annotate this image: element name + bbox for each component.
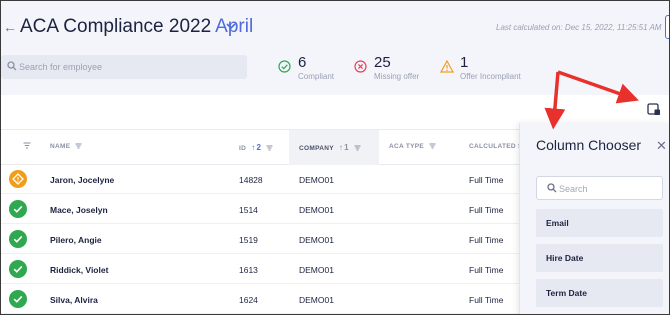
row-calculated: Full Time bbox=[469, 265, 504, 275]
filter-icon[interactable] bbox=[75, 143, 82, 149]
column-option-hire-date[interactable]: Hire Date bbox=[536, 244, 663, 272]
row-calculated: Full Time bbox=[469, 205, 504, 215]
row-id: 1613 bbox=[239, 265, 258, 275]
table-row[interactable]: Jaron, Jocelyne 14828 DEMO01 Full Time bbox=[1, 165, 521, 194]
stat-incompliant-value: 1 bbox=[460, 54, 469, 71]
column-id-label: ID bbox=[239, 145, 247, 152]
recalculate-button[interactable] bbox=[665, 15, 669, 39]
filter-icon[interactable] bbox=[23, 142, 31, 149]
row-id: 1519 bbox=[239, 235, 258, 245]
header-band: ← ACA Compliance 2022 April Last calculat… bbox=[1, 1, 669, 95]
close-icon[interactable]: ✕ bbox=[656, 139, 667, 152]
column-header-name[interactable]: NAME bbox=[50, 143, 82, 150]
check-circle-icon bbox=[9, 260, 27, 278]
last-calculated-text: Last calculated on: Dec 15, 2022, 11:25:… bbox=[496, 23, 662, 32]
row-id: 14828 bbox=[239, 175, 263, 185]
stat-incompliant-label: Offer Incompliant bbox=[460, 72, 521, 81]
row-company: DEMO01 bbox=[299, 205, 334, 215]
filter-icon[interactable] bbox=[354, 145, 361, 151]
table-row[interactable]: Silva, Alvira 1624 DEMO01 Full Time bbox=[1, 285, 521, 314]
check-circle-icon bbox=[278, 60, 291, 73]
search-placeholder: Search for employee bbox=[19, 62, 103, 72]
column-header-company[interactable]: COMPANY ↑1 bbox=[299, 143, 361, 152]
row-name[interactable]: Pilero, Angie bbox=[50, 235, 102, 245]
column-option-label: Hire Date bbox=[546, 253, 584, 263]
column-option-term-date[interactable]: Term Date bbox=[536, 279, 663, 307]
row-calculated: Full Time bbox=[469, 295, 504, 305]
check-circle-icon bbox=[9, 200, 27, 218]
stat-missing-label: Missing offer bbox=[374, 72, 420, 81]
employee-search-input[interactable]: Search for employee bbox=[1, 55, 247, 79]
column-option-email[interactable]: Email bbox=[536, 209, 663, 237]
x-circle-icon bbox=[354, 60, 367, 73]
row-name[interactable]: Riddick, Violet bbox=[50, 265, 108, 275]
table-row[interactable]: Mace, Joselyn 1514 DEMO01 Full Time bbox=[1, 195, 521, 224]
table-header: NAME ID ↑2 COMPANY ↑1 ACA TYPE CALCULATE… bbox=[1, 129, 527, 165]
column-search-input[interactable]: Search bbox=[536, 176, 663, 200]
column-chooser-title: Column Chooser bbox=[536, 137, 642, 153]
row-calculated: Full Time bbox=[469, 235, 504, 245]
table-row[interactable]: Riddick, Violet 1613 DEMO01 Full Time bbox=[1, 255, 521, 284]
sort-up-icon[interactable]: ↑ bbox=[251, 143, 255, 152]
column-chooser-panel: Column Chooser ✕ Search Email Hire Date … bbox=[519, 123, 669, 314]
row-company: DEMO01 bbox=[299, 265, 334, 275]
column-option-label: Term Date bbox=[546, 288, 587, 298]
row-company: DEMO01 bbox=[299, 175, 334, 185]
row-name[interactable]: Mace, Joselyn bbox=[50, 205, 108, 215]
row-id: 1514 bbox=[239, 205, 258, 215]
row-name[interactable]: Silva, Alvira bbox=[50, 295, 98, 305]
column-aca-label: ACA TYPE bbox=[389, 143, 425, 150]
filter-icon[interactable] bbox=[429, 143, 436, 149]
stat-compliant-label: Compliant bbox=[298, 72, 335, 81]
column-company-label: COMPANY bbox=[299, 145, 334, 152]
search-icon bbox=[7, 61, 17, 71]
back-arrow-icon[interactable]: ← bbox=[3, 19, 17, 35]
search-icon bbox=[547, 183, 557, 193]
stat-missing-value: 25 bbox=[374, 54, 391, 71]
column-header-aca-type[interactable]: ACA TYPE bbox=[389, 143, 436, 150]
warning-diamond-icon bbox=[9, 170, 27, 188]
check-circle-icon bbox=[9, 290, 27, 308]
column-option-label: Email bbox=[546, 218, 569, 228]
page-title-text: ACA Compliance 2022 bbox=[20, 16, 212, 37]
chevron-down-icon[interactable] bbox=[226, 22, 236, 30]
row-company: DEMO01 bbox=[299, 235, 334, 245]
stat-compliant-value: 6 bbox=[298, 54, 307, 71]
row-calculated: Full Time bbox=[469, 175, 504, 185]
column-chooser-icon[interactable] bbox=[647, 103, 661, 116]
row-name[interactable]: Jaron, Jocelyne bbox=[50, 175, 114, 185]
row-company: DEMO01 bbox=[299, 295, 334, 305]
page-title: ACA Compliance 2022 April bbox=[20, 16, 253, 38]
sort-order-company: 1 bbox=[344, 143, 349, 152]
app-frame: ← ACA Compliance 2022 April Last calculat… bbox=[0, 0, 670, 315]
column-header-id[interactable]: ID ↑2 bbox=[239, 143, 273, 152]
filter-icon[interactable] bbox=[266, 145, 273, 151]
warning-triangle-icon bbox=[440, 60, 454, 73]
column-search-placeholder: Search bbox=[559, 184, 588, 194]
column-name-label: NAME bbox=[50, 143, 71, 150]
sort-order-id: 2 bbox=[256, 143, 262, 152]
table-row[interactable]: Pilero, Angie 1519 DEMO01 Full Time bbox=[1, 225, 521, 254]
row-id: 1624 bbox=[239, 295, 258, 305]
check-circle-icon bbox=[9, 230, 27, 248]
sort-up-icon[interactable]: ↑ bbox=[339, 143, 343, 152]
